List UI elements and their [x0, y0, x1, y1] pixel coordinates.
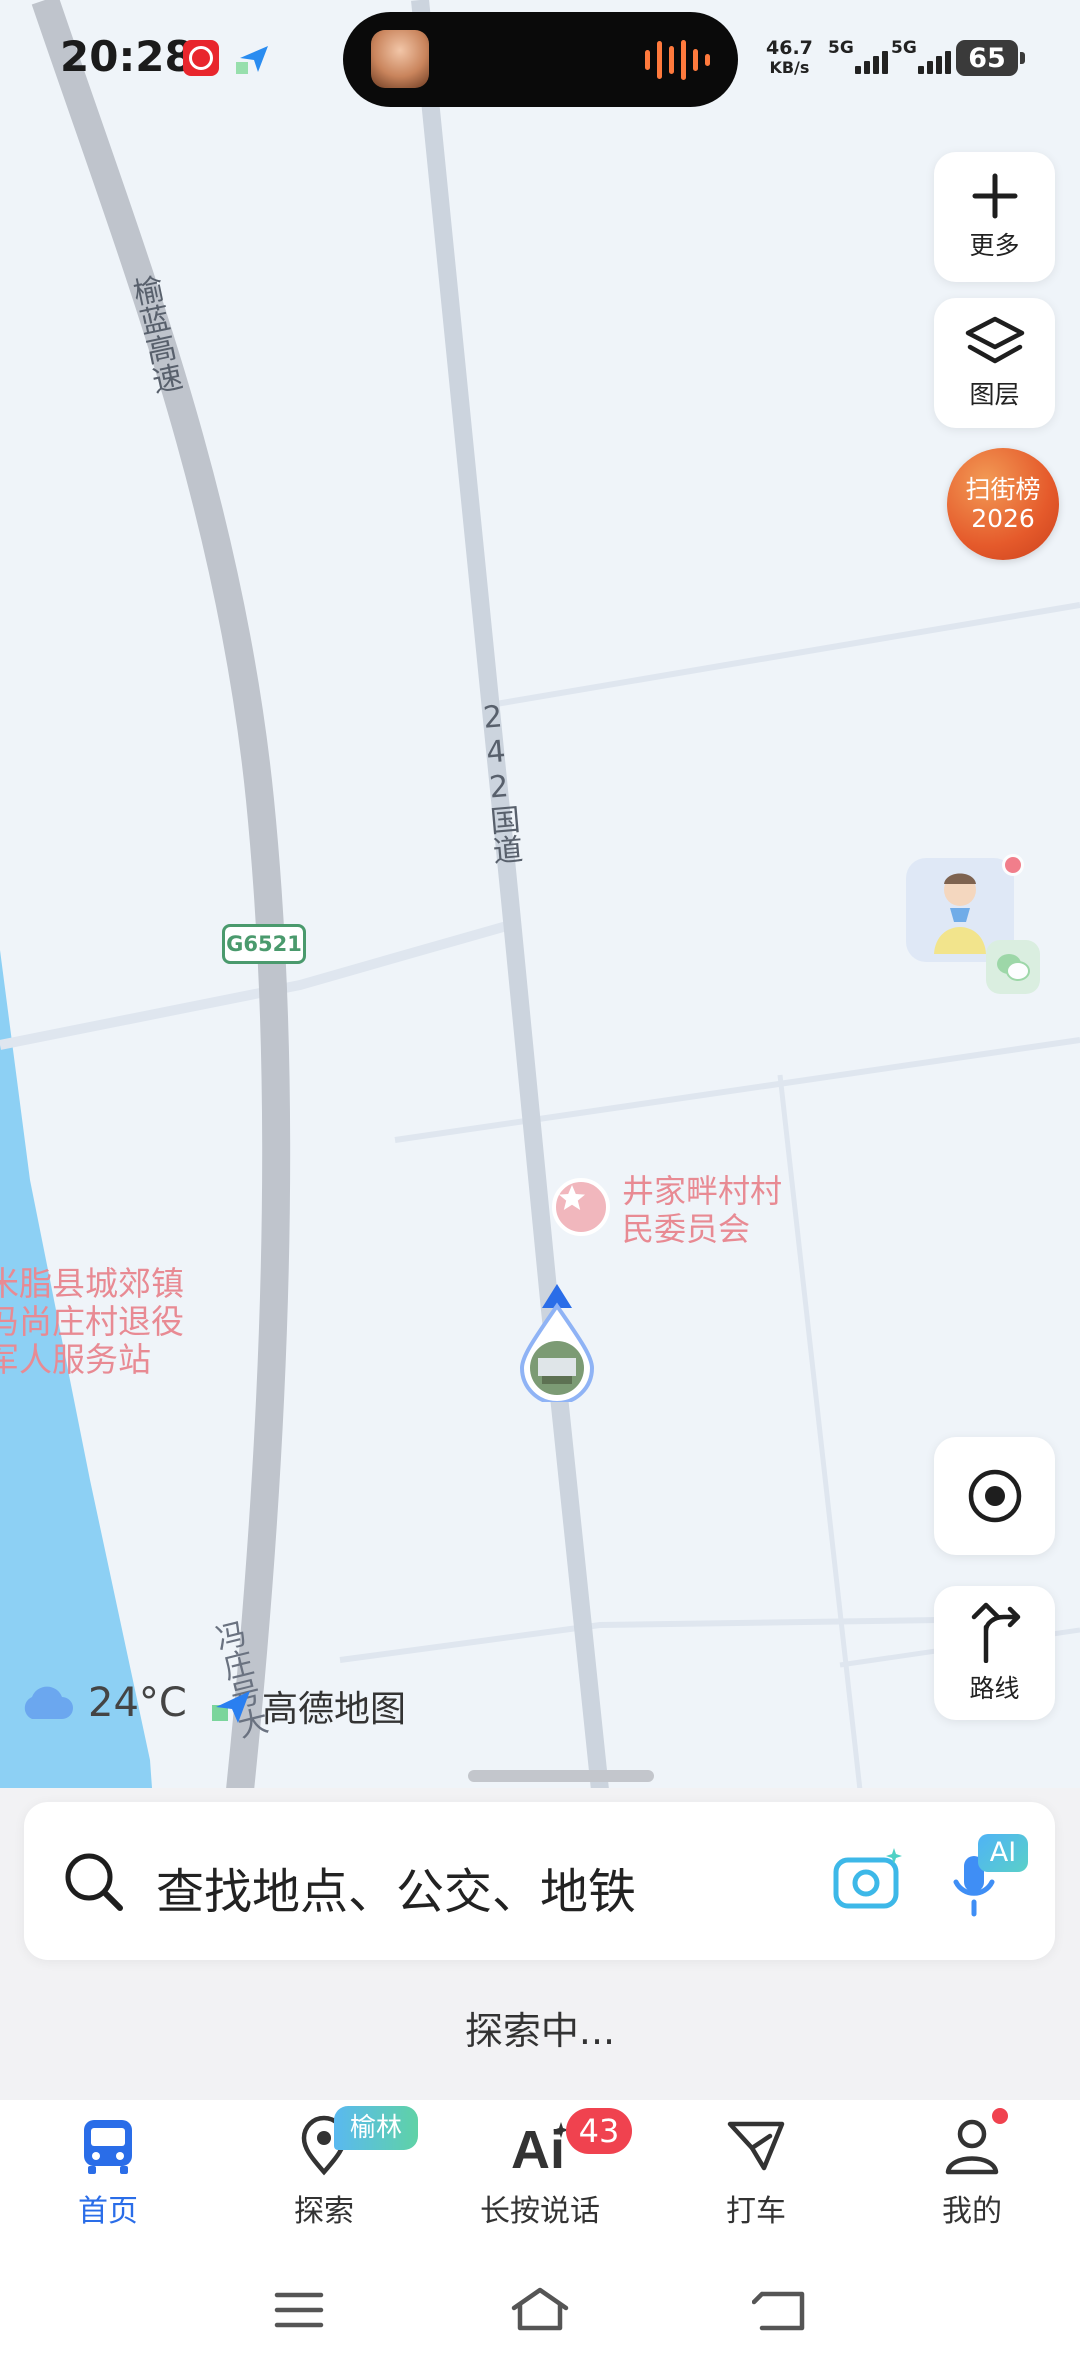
poi-village-committee[interactable]: 井家畔村村 民委员会 [552, 1172, 812, 1272]
status-bar: 20:28 46.7 KB/s 5G 5G 65 [0, 0, 1080, 120]
ai-icon: Ai [511, 2120, 569, 2178]
signal-indicator-2: 5G [891, 38, 951, 78]
local-road [489, 602, 1080, 708]
poi-star-icon [552, 1178, 610, 1236]
plus-icon [972, 173, 1017, 219]
ai-badge: AI [978, 1834, 1028, 1872]
target-icon [968, 1469, 1021, 1523]
poi-label-line: 米脂县城郊镇 [0, 1264, 184, 1303]
poi-label-line: 民委员会 [622, 1210, 751, 1248]
camera-icon [833, 1848, 902, 1909]
layers-label: 图层 [969, 380, 1020, 409]
nav-home-label: 首页 [78, 2194, 138, 2229]
poi-service-station-label[interactable]: 米脂县城郊镇 冯尚庄村退役 军人服务站 [0, 1265, 184, 1379]
wechat-icon [986, 940, 1040, 994]
search-input[interactable]: 查找地点、公交、地铁 [156, 1852, 636, 1922]
local-road [339, 1617, 941, 1663]
nav-profile[interactable]: 我的 [872, 2108, 1072, 2254]
clock: 20:28 [60, 32, 194, 81]
search-icon [65, 1853, 123, 1911]
menu-icon[interactable] [274, 2290, 324, 2330]
route-fork-icon [971, 1602, 1020, 1663]
poi-label-line: 冯尚庄村退役 [0, 1302, 184, 1341]
explore-status-text: 探索中... [464, 2009, 616, 2053]
network-speed: 46.7 KB/s [766, 38, 813, 78]
weather-widget[interactable]: 24°C [18, 1680, 187, 1726]
battery-indicator: 65 [956, 40, 1025, 76]
national-road [411, 0, 609, 1791]
temperature: 24°C [88, 1680, 187, 1726]
dynamic-island[interactable] [343, 12, 738, 107]
now-playing-avatar [371, 30, 429, 88]
network-speed-value: 46.7 [766, 37, 813, 59]
nav-taxi[interactable]: 打车 [656, 2114, 856, 2254]
nav-taxi-label: 打车 [726, 2194, 786, 2229]
city-badge: 榆林 [334, 2106, 418, 2150]
nav-voice-ai[interactable]: Ai 长按说话 43 [440, 2108, 640, 2254]
netease-music-icon [183, 40, 219, 76]
signal-type: 5G [891, 38, 917, 58]
search-panel: 查找地点、公交、地铁 AI 探索中... [0, 1788, 1080, 2100]
more-label: 更多 [969, 231, 1020, 260]
highway-shield: G6521 [222, 924, 306, 964]
nav-home[interactable]: 首页 [8, 2114, 208, 2254]
home-icon[interactable] [510, 2286, 570, 2332]
signal-indicator-1: 5G [828, 38, 888, 78]
brand-logo: 高德地图 [212, 1680, 406, 1732]
search-bar[interactable]: 查找地点、公交、地铁 AI [24, 1802, 1055, 1960]
local-road [394, 1037, 1080, 1143]
poi-label-line: 军人服务站 [0, 1340, 151, 1379]
unread-count-badge: 43 [566, 2108, 632, 2154]
panel-drag-handle[interactable] [468, 1770, 654, 1782]
app-screen: 榆蓝高速 242国道 冯庄号大 G6521 井家畔村村 民委员会 米脂县城郊镇 … [0, 0, 1080, 2376]
amap-logo-icon [212, 1691, 250, 1723]
brand-name: 高德地图 [262, 1689, 407, 1730]
rank-badge-title: 扫街榜 [965, 475, 1041, 504]
route-label: 路线 [969, 1674, 1020, 1703]
bus-icon [84, 2120, 132, 2174]
rank-badge-year: 2026 [971, 504, 1035, 533]
locate-button[interactable] [934, 1437, 1055, 1555]
cloud-icon [24, 1686, 74, 1719]
camera-scan-button[interactable] [832, 1846, 904, 1912]
nav-voice-ai-label: 长按说话 [480, 2194, 600, 2229]
street-rank-badge[interactable]: 扫街榜 2026 [947, 448, 1059, 560]
signal-type: 5G [828, 38, 854, 58]
svg-text:Ai: Ai [511, 2120, 565, 2178]
user-location-marker[interactable] [512, 1282, 602, 1402]
ai-voice-button[interactable]: AI [944, 1834, 1034, 1924]
more-button[interactable]: 更多 [934, 152, 1055, 282]
network-speed-unit: KB/s [769, 58, 810, 77]
battery-level: 65 [968, 42, 1006, 74]
signal-bars-icon [918, 51, 951, 74]
poi-label-line: 井家畔村村 [622, 1172, 783, 1210]
nav-profile-label: 我的 [942, 2194, 1002, 2229]
signal-bars-icon [855, 51, 888, 74]
nav-explore[interactable]: 探索 榆林 [224, 2106, 424, 2254]
notification-dot [992, 2108, 1008, 2124]
audio-wave-icon [645, 40, 710, 80]
amap-mini-icon [236, 40, 272, 76]
notification-dot [1002, 854, 1024, 876]
assistant-avatar[interactable] [906, 854, 1040, 994]
route-button[interactable]: 路线 [934, 1586, 1055, 1720]
poi-village-committee-label: 井家畔村村 民委员会 [622, 1172, 782, 1248]
nav-explore-label: 探索 [294, 2194, 354, 2229]
layers-button[interactable]: 图层 [934, 298, 1055, 428]
back-icon[interactable] [752, 2288, 806, 2332]
user-icon [945, 2119, 999, 2175]
system-nav-bar [0, 2260, 1080, 2376]
layers-icon [965, 316, 1024, 364]
taxi-icon [727, 2121, 785, 2171]
